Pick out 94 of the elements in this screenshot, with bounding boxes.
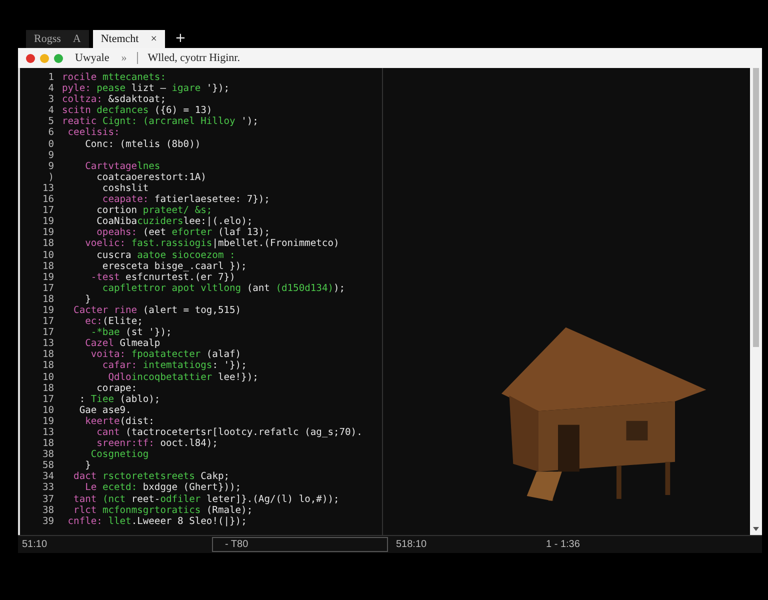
code-line: cortion prateet/ &s;: [96, 205, 212, 216]
line-number: 17: [41, 327, 55, 338]
line-number: 19: [41, 304, 55, 316]
code-line: ceelisis:: [66, 127, 120, 139]
browser-tab[interactable]: Rogss A: [26, 30, 89, 48]
code-line: coshslit: [101, 182, 149, 194]
browser-tab[interactable]: Ntemcht ×: [92, 30, 165, 48]
code-line: Cartvtagelnes: [84, 160, 160, 172]
line-range: 1 - 1:36: [546, 539, 580, 550]
code-line: pyle: pease lizt — igare '});: [62, 83, 230, 94]
code-line: voelic: fast.rassiogis|mbellet.(Fronimmetco): [84, 238, 340, 250]
line-number: 18: [41, 349, 55, 360]
line-number: ): [47, 172, 55, 183]
code-line: }: [84, 460, 91, 472]
line-number: 38: [41, 504, 55, 516]
code-line: cuscra aatoe siocoezom :: [96, 250, 236, 261]
code-line: -*bae (st '});: [90, 327, 172, 338]
line-number: 18: [41, 238, 55, 250]
line-number: 19: [41, 272, 55, 283]
site-label[interactable]: Uwyale: [75, 52, 110, 64]
line-number: 9: [47, 150, 55, 161]
line-number: 19: [41, 227, 55, 238]
code-line: eresceta bisge_.caarl });: [101, 260, 247, 272]
code-line: -test esfcnurtest.(er 7}): [90, 272, 236, 283]
line-number: 34: [41, 471, 55, 482]
code-line: }: [84, 294, 91, 305]
line-number: 10: [41, 372, 55, 383]
line-number: 18: [41, 294, 55, 305]
line-number: 39: [41, 516, 55, 527]
line-number: 10: [41, 250, 55, 261]
cursor-position: 51:10: [21, 539, 48, 550]
line-number: 3: [47, 94, 55, 106]
scrollbar[interactable]: [750, 68, 762, 535]
new-tab-button[interactable]: +: [168, 30, 192, 48]
code-line: dact rsctoretetsreets Cakp;: [72, 471, 230, 482]
code-line: opeahs: (eet eforter (laf 13);: [96, 227, 270, 238]
code-line: ec:(Elite;: [84, 316, 143, 328]
line-number: 4: [47, 83, 55, 94]
code-line: Cacter rine (alert = tog,515): [72, 304, 242, 316]
line-number: 6: [47, 127, 55, 139]
close-tab-button[interactable]: ×: [150, 33, 157, 45]
line-number: 9: [47, 160, 55, 172]
line-number: 19: [41, 216, 55, 228]
code-line: coltza: &sdaktoat;: [62, 94, 166, 106]
code-line: reatic Cignt: (arcranel Hilloy ');: [62, 116, 258, 128]
code-line: Cazel Glmealp: [84, 338, 160, 350]
line-number: 4: [47, 105, 55, 116]
line-number: 17: [41, 205, 55, 216]
code-line: voita: fpoatatecter (alaf): [90, 349, 242, 360]
code-line: Cosgnetiog: [90, 449, 149, 460]
line-number: 18: [41, 360, 55, 372]
code-line: rlct mcfonmsgrtoratics (Rmale);: [72, 504, 253, 516]
scroll-down-icon[interactable]: [753, 527, 759, 531]
line-number: 5: [47, 116, 55, 128]
page-title: Wlled, cyotrr Higinr.: [148, 52, 240, 64]
code-line: capflettror apot vltlong (ant (d150d134));: [101, 282, 346, 294]
line-number: 13: [41, 427, 55, 438]
line-number: 18: [41, 382, 55, 394]
status-field[interactable]: - T80: [212, 537, 388, 552]
code-line: ceapate: fatierlaesetee: 7});: [101, 194, 270, 206]
line-number: 19: [41, 416, 55, 427]
line-number: 18: [41, 438, 55, 450]
code-line: tant (nct reet-odfiler leter]}.(Ag/(l) lo,#));: [72, 494, 340, 505]
code-line: Gae ase9.: [78, 404, 132, 416]
line-number: 58: [41, 460, 55, 472]
line-number: 38: [41, 449, 55, 460]
line-number: 18: [41, 260, 55, 272]
code-line: corape:: [96, 382, 138, 394]
code-line: coatcaoerestort:1A): [96, 172, 206, 183]
cursor-position: 518:10: [396, 539, 428, 550]
code-line: cafar: intemtatiogs: '});: [101, 360, 247, 372]
code-line: sreenr:tf: ooct.l84);: [96, 438, 218, 450]
line-number: 1: [47, 72, 55, 84]
line-number: 10: [41, 404, 55, 416]
line-number: 16: [41, 194, 55, 206]
line-number: 17: [41, 282, 55, 294]
line-number: 37: [41, 494, 55, 505]
code-line: rocile mttecanets:: [62, 72, 166, 84]
code-line: keerte(dist:: [84, 416, 154, 427]
code-line: scitn decfances ({6) = 13): [62, 105, 212, 116]
line-number: 0: [47, 138, 55, 150]
line-number: 13: [41, 338, 55, 350]
line-number: 17: [41, 316, 55, 328]
chevron-icon[interactable]: »: [121, 52, 127, 64]
line-number: 13: [41, 182, 55, 194]
code-line: : Tiee (ablo);: [78, 394, 160, 405]
code-line: cnfle: llet.Lweeer 8 Sleo!(|});: [66, 516, 247, 527]
code-line: Qdloincoqbetattier lee!});: [107, 372, 258, 383]
code-line: cant (tactrocetertsr[lootcy.refatlc (ag_s;70).: [96, 427, 362, 438]
line-number: 17: [41, 394, 55, 405]
code-line: CoaNibacuziderslee:|(.elo);: [96, 216, 253, 228]
line-number: 33: [41, 482, 55, 494]
code-line: Conc: (mtelis (8b0)): [84, 138, 201, 150]
code-line: Le ecetd: bxdgge (Ghert}));: [84, 482, 242, 494]
